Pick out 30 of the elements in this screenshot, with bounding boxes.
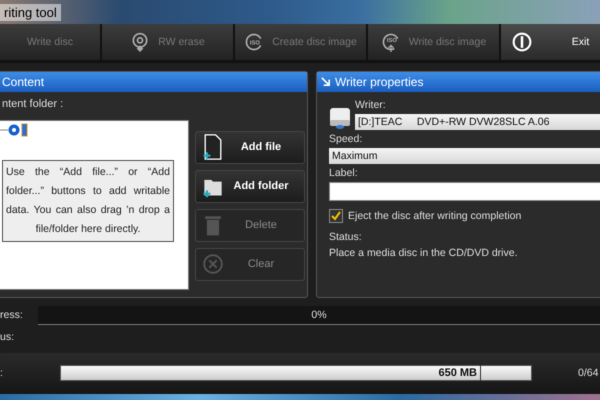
panel-title: Content	[2, 74, 44, 89]
disc-icon	[130, 32, 150, 52]
label-input[interactable]	[329, 182, 600, 201]
arrow-icon	[320, 76, 331, 88]
tree-node-icon	[0, 122, 30, 137]
window-title: riting tool	[0, 4, 61, 21]
writer-dropdown[interactable]: [D:]TEAC DVD+-RW DVW28SLC A.06	[355, 114, 600, 130]
field-label: Label:	[329, 166, 359, 181]
field-label: Speed:	[329, 132, 364, 147]
capacity-label: :	[0, 367, 4, 380]
progress-reading: 0%	[311, 308, 327, 320]
content-tree[interactable]: Use the “Add file...” or “Add folder...” buttons to add writable data. You can also drag ’n drop a file/folder here directly.	[0, 120, 189, 290]
power-icon	[512, 32, 532, 52]
field-label: Writer:	[355, 98, 387, 113]
drive-icon	[329, 106, 351, 130]
speed-dropdown[interactable]: Maximum	[329, 148, 600, 164]
capacity-reading: 0/64	[578, 367, 600, 380]
side-button[interactable]: Add folder	[195, 170, 305, 203]
checkbox-label: Eject the disc after writing completion	[348, 210, 522, 222]
status-label: Status:	[329, 230, 363, 244]
side-button[interactable]: Add file	[195, 130, 305, 164]
status-text: Place a media disc in the CD/DVD drive.	[329, 246, 518, 261]
toolbar-button[interactable]: Exit	[501, 24, 600, 60]
status-label: us:	[0, 331, 16, 344]
panel-title: Writer properties	[335, 74, 424, 89]
file-add-icon	[202, 134, 224, 160]
hint-tooltip: Use the “Add file...” or “Add folder...” buttons to add writable data. You can also drag ’n drop a file/folder here directly.	[2, 160, 174, 242]
field-label: ntent folder :	[1, 96, 64, 112]
eject-checkbox[interactable]	[329, 208, 343, 223]
progress-label: ress:	[0, 309, 24, 321]
